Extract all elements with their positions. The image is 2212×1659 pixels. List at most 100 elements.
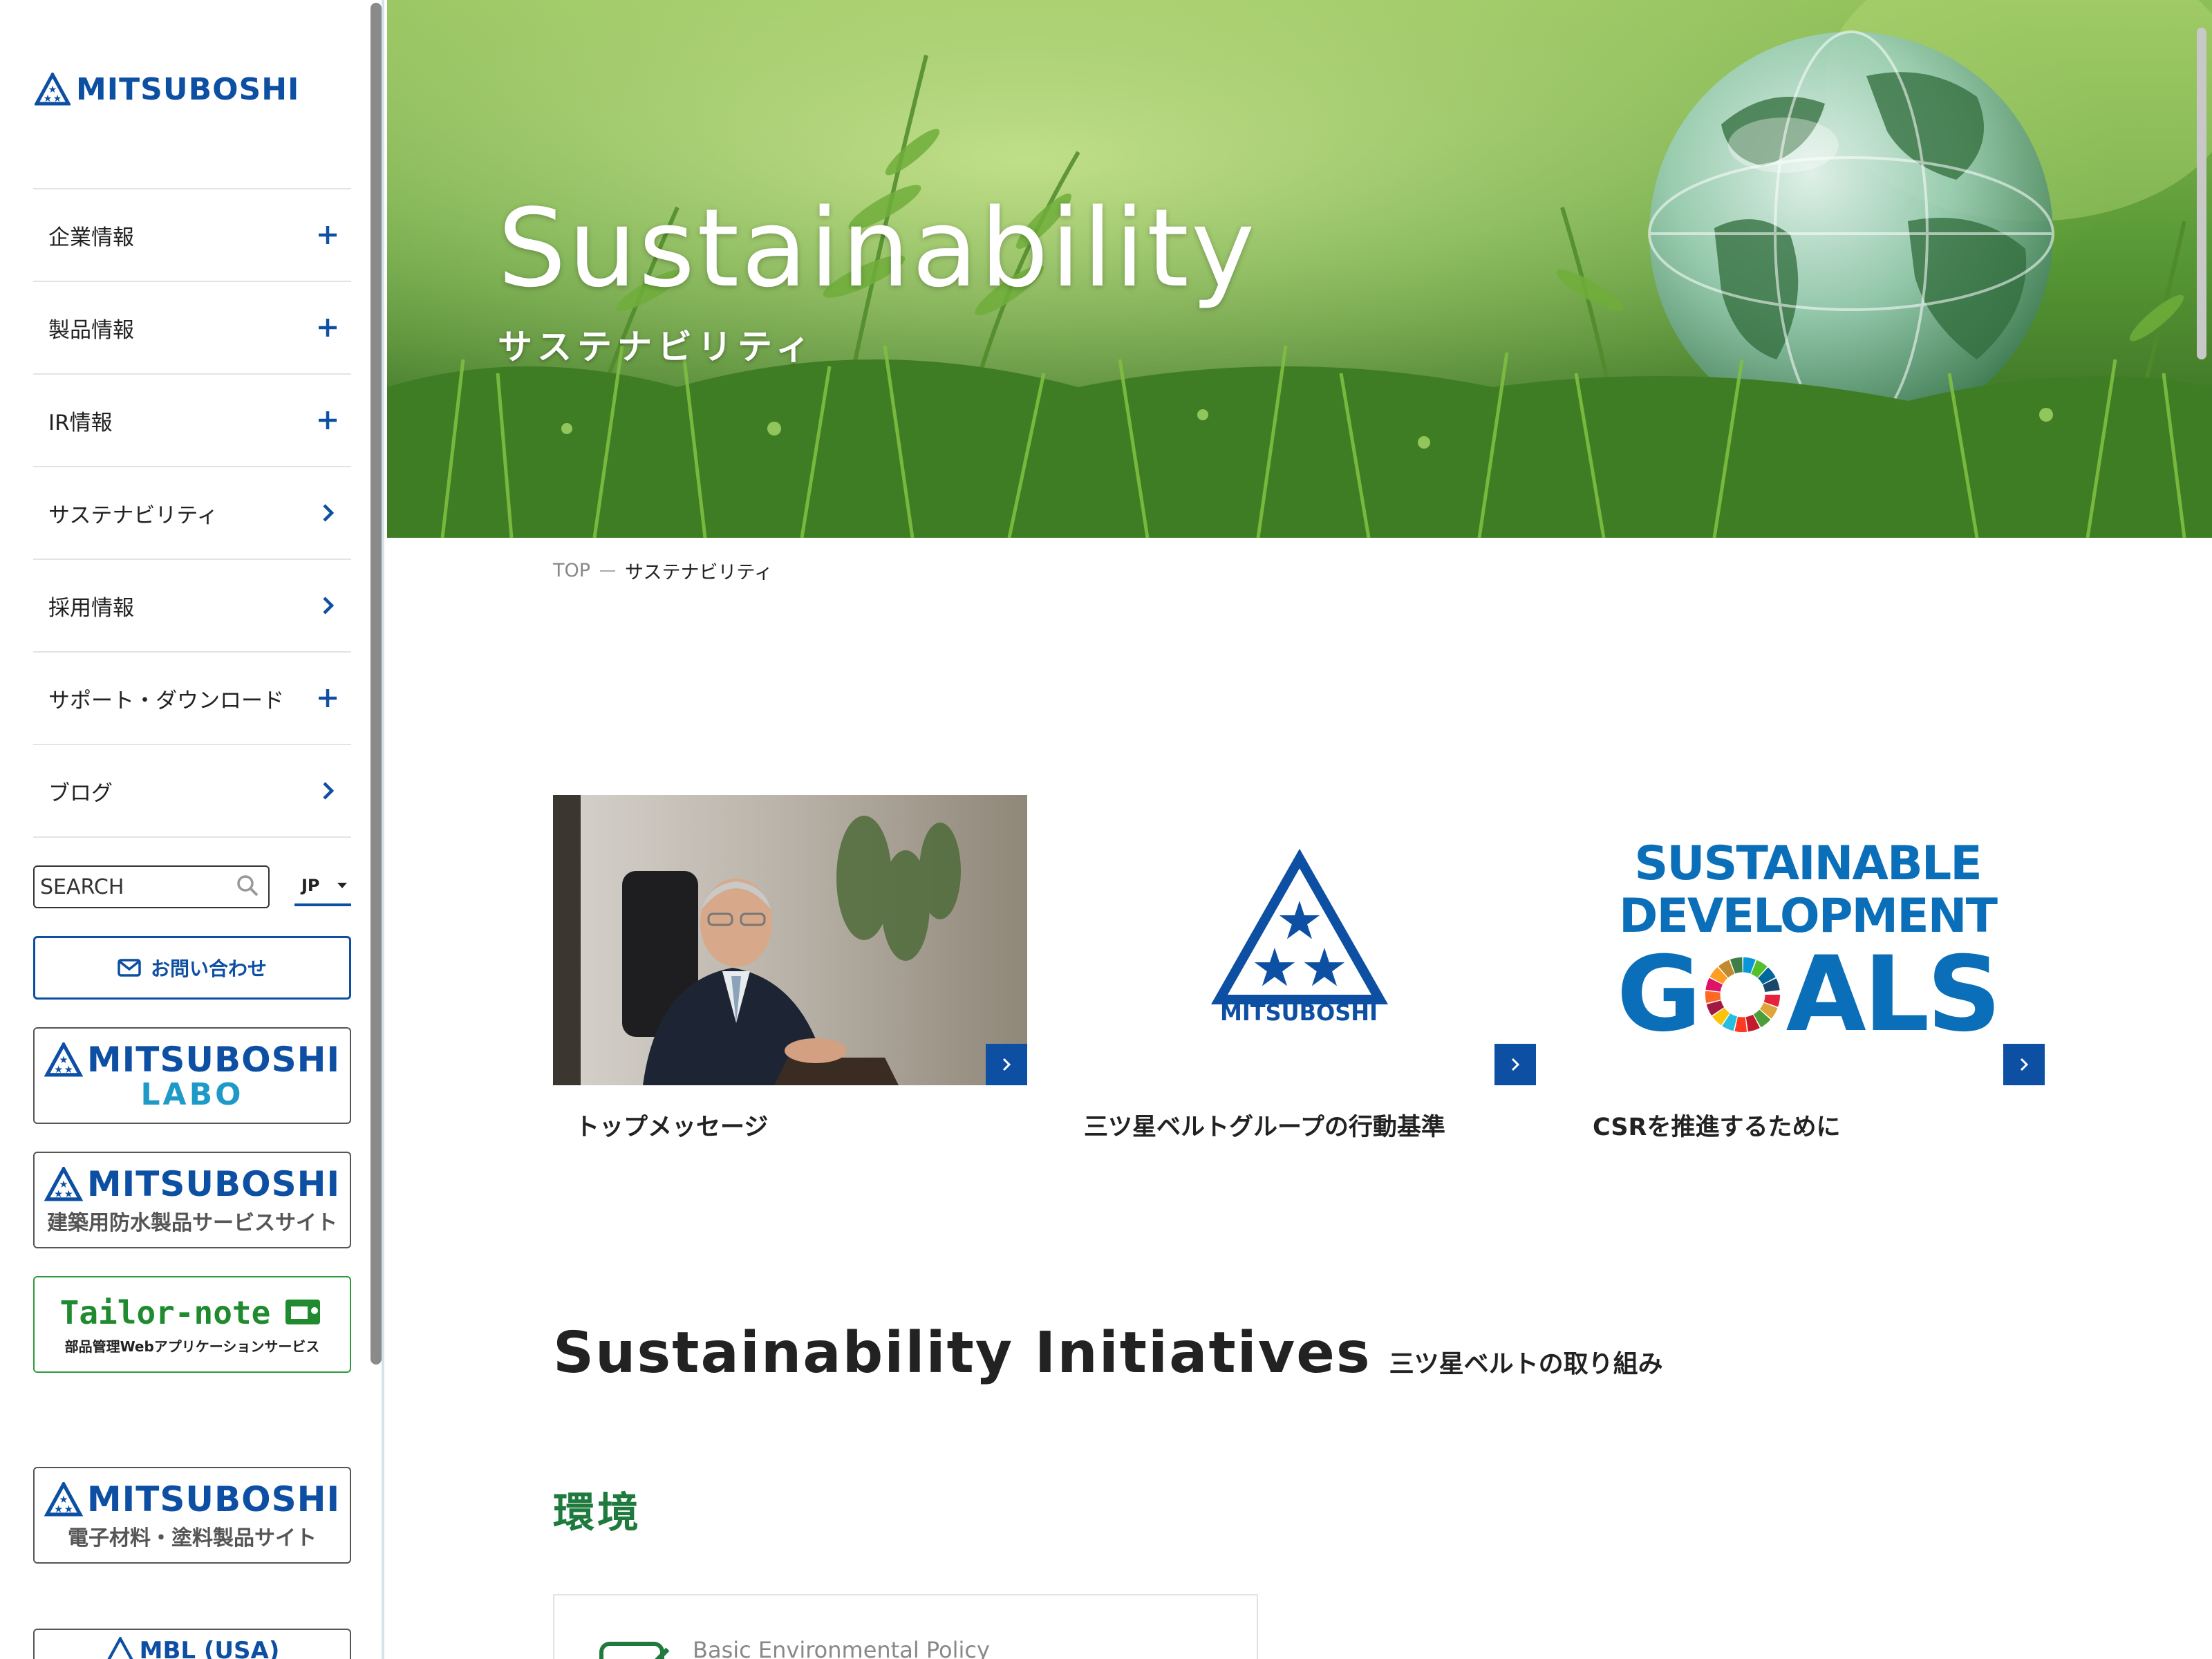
banner-labo[interactable]: ★ ★ ★ MITSUBOSHI LABO: [33, 1027, 351, 1124]
sdg-wheel-icon: [1705, 957, 1780, 1033]
contact-button[interactable]: お問い合わせ: [33, 936, 351, 1000]
svg-text:★: ★: [1251, 937, 1298, 998]
mitsuboshi-logo-text: MITSUBOSHI: [1220, 1000, 1378, 1026]
nav-label: 製品情報: [48, 317, 134, 343]
environment-heading: 環境: [553, 1489, 641, 1537]
search-icon[interactable]: [235, 873, 260, 901]
contact-label: お問い合わせ: [150, 957, 267, 980]
mitsuboshi-logo-icon: [107, 1637, 133, 1659]
nav-item-blog[interactable]: ブログ: [33, 745, 351, 838]
svg-text:★: ★: [1301, 937, 1348, 998]
card-image: ★ ★ ★ MITSUBOSHI: [1062, 795, 1536, 1085]
chevron-right-icon[interactable]: [986, 1044, 1027, 1085]
sdg-letters-als: ALS: [1785, 935, 2002, 1055]
banner-logo: ★ ★ ★ MITSUBOSHI: [44, 1164, 340, 1204]
sidebar-scrollbar[interactable]: [371, 3, 382, 1365]
nav-label: 採用情報: [48, 595, 134, 621]
plus-icon[interactable]: [314, 221, 341, 249]
language-select[interactable]: JP: [294, 868, 351, 906]
nav-item-support[interactable]: サポート・ダウンロード: [33, 653, 351, 745]
banner-electronic-materials[interactable]: ★ ★ ★ MITSUBOSHI 電子材料・塗料製品サイト: [33, 1467, 351, 1564]
sdg-logo: SUSTAINABLE DEVELOPMENT G ALS: [1571, 841, 2045, 1047]
banner-sub: 部品管理Webアプリケーションサービス: [64, 1338, 320, 1355]
banner-waterproof[interactable]: ★ ★ ★ MITSUBOSHI 建築用防水製品サービスサイト: [33, 1152, 351, 1248]
executive-portrait-image: [553, 795, 1027, 1085]
breadcrumb-current: サステナビリティ: [625, 562, 773, 583]
sdg-letter-g: G: [1616, 935, 1702, 1055]
plus-icon[interactable]: [314, 406, 341, 434]
sdg-line-2: DEVELOPMENT: [1619, 889, 1998, 944]
svg-text:★: ★: [54, 1188, 63, 1200]
sdg-line-1: SUSTAINABLE: [1634, 836, 1982, 891]
search-row: JP: [33, 865, 351, 908]
banner-sub: 建築用防水製品サービスサイト: [47, 1211, 337, 1235]
mitsuboshi-logo-icon: ★★ ★: [44, 1042, 83, 1076]
banner-tailor-note[interactable]: Tailor-note 部品管理Webアプリケーションサービス: [33, 1276, 351, 1373]
chevron-right-icon[interactable]: [314, 592, 341, 619]
breadcrumb-separator: [600, 570, 616, 572]
nav-item-recruit[interactable]: 採用情報: [33, 560, 351, 653]
nav-label: 企業情報: [48, 225, 134, 250]
card-code-of-conduct[interactable]: ★ ★ ★ MITSUBOSHI 三ツ星ベルトグループの行動基準: [1062, 795, 1543, 1143]
nav-item-ir[interactable]: IR情報: [33, 375, 351, 467]
breadcrumb: TOP サステナビリティ: [553, 557, 773, 584]
document-pen-icon: [599, 1642, 670, 1659]
card-label: トップメッセージ: [575, 1114, 769, 1141]
main-content: Sustainability サステナビリティ TOP サステナビリティ トップ…: [387, 0, 2212, 1659]
banner-sub: 電子材料・塗料製品サイト: [68, 1526, 317, 1550]
nav-label: サポート・ダウンロード: [48, 688, 284, 713]
banner-mbl-usa[interactable]: MBL (USA): [33, 1629, 351, 1659]
nav-label: IR情報: [48, 410, 113, 435]
main-nav: 企業情報 製品情報 IR情報 サステナビリティ 採用情報 サポート・ダウンロード…: [33, 188, 351, 838]
hero-title: Sustainability: [498, 185, 1257, 311]
svg-text:★: ★: [54, 1503, 63, 1515]
svg-text:★: ★: [64, 1063, 73, 1075]
site-logo[interactable]: ★ ★ ★ MITSUBOSHI: [35, 71, 300, 107]
chevron-right-icon[interactable]: [314, 777, 341, 805]
nav-item-sustainability[interactable]: サステナビリティ: [33, 467, 351, 560]
banner-logo: ★ ★ ★ MITSUBOSHI: [44, 1040, 340, 1080]
page-scrollbar[interactable]: [2197, 28, 2206, 359]
banner-logo: MBL (USA): [105, 1637, 280, 1659]
banner-logo-text: MITSUBOSHI: [86, 1164, 341, 1204]
sidebar: ★ ★ ★ MITSUBOSHI 企業情報 製品情報 IR情報 サステナビリティ: [0, 0, 384, 1659]
policy-label: Basic Environmental Policy: [693, 1637, 990, 1659]
chevron-right-icon[interactable]: [1494, 1044, 1536, 1085]
plus-icon[interactable]: [314, 314, 341, 341]
mail-icon: [118, 959, 141, 977]
card-csr[interactable]: SUSTAINABLE DEVELOPMENT G ALS CSRを推進するため…: [1571, 795, 2052, 1143]
initiatives-heading: Sustainability Initiatives 三ツ星ベルトの取り組み: [553, 1320, 1663, 1386]
card-basic-environmental-policy[interactable]: Basic Environmental Policy: [553, 1594, 1258, 1659]
hero-subtitle: サステナビリティ: [498, 327, 816, 367]
card-top-message[interactable]: トップメッセージ: [553, 795, 1034, 1143]
chevron-right-icon[interactable]: [2003, 1044, 2045, 1085]
language-value: JP: [301, 876, 320, 895]
card-image: [553, 795, 1027, 1085]
svg-text:★: ★: [53, 93, 62, 104]
card-label: CSRを推進するために: [1593, 1114, 1841, 1141]
mitsuboshi-logo-icon: ★ ★ ★: [35, 73, 71, 106]
nav-item-company[interactable]: 企業情報: [33, 189, 351, 282]
sewing-machine-icon: [285, 1299, 321, 1324]
mitsuboshi-logo-icon: ★★ ★: [44, 1482, 83, 1517]
nav-item-products[interactable]: 製品情報: [33, 282, 351, 375]
svg-text:★: ★: [44, 93, 53, 104]
search-input[interactable]: [40, 874, 220, 899]
logo-text: MITSUBOSHI: [76, 71, 300, 107]
banner-logo: ★ ★ ★ MITSUBOSHI: [44, 1479, 340, 1519]
svg-text:★: ★: [64, 1503, 73, 1515]
caret-down-icon: [337, 883, 347, 888]
nav-label: ブログ: [48, 780, 113, 806]
plus-icon[interactable]: [314, 684, 341, 712]
section-title: Sustainability Initiatives: [553, 1320, 1371, 1386]
banner-logo-text: MBL (USA): [139, 1637, 280, 1659]
banner-logo-text: MITSUBOSHI: [86, 1479, 341, 1519]
card-label: 三ツ星ベルトグループの行動基準: [1084, 1114, 1445, 1141]
mitsuboshi-logo-icon: ★ ★ ★: [1210, 848, 1389, 1004]
chevron-right-icon[interactable]: [314, 499, 341, 527]
banner-logo-text: Tailor-note: [59, 1293, 271, 1331]
svg-text:★: ★: [54, 1063, 63, 1075]
breadcrumb-top-link[interactable]: TOP: [553, 560, 590, 581]
hero-banner: Sustainability サステナビリティ: [387, 0, 2212, 538]
search-box[interactable]: [33, 865, 270, 908]
